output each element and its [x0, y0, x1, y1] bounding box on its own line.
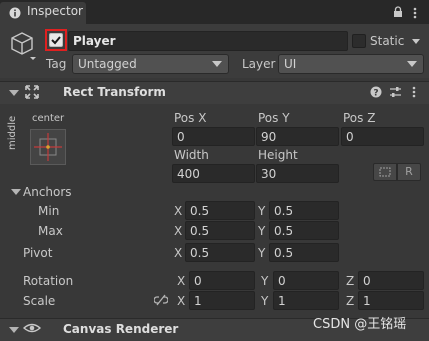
- anchor-preset-button[interactable]: [30, 129, 66, 165]
- height-input[interactable]: 30: [256, 164, 339, 183]
- anchor-preset-horizontal-label: center: [32, 113, 65, 124]
- scale-label: Scale: [23, 294, 56, 308]
- object-name-input[interactable]: Player: [68, 31, 348, 51]
- help-icon[interactable]: ?: [370, 86, 382, 98]
- layer-value: UI: [284, 57, 297, 71]
- anchor-max-x-input[interactable]: 0.5: [185, 221, 255, 240]
- anchor-max-y-input[interactable]: 0.5: [269, 221, 339, 240]
- tag-value: Untagged: [78, 57, 137, 71]
- axis-x-label: X: [174, 224, 183, 238]
- watermark-text: CSDN @王铭瑶: [313, 317, 407, 332]
- blueprint-icon: [379, 167, 391, 177]
- info-icon: [9, 7, 21, 19]
- height-label: Height: [258, 148, 298, 162]
- axis-y-label: Y: [258, 204, 266, 218]
- axis-y-label: Y: [258, 246, 266, 260]
- rotation-x-input[interactable]: 0: [189, 271, 255, 290]
- tag-dropdown[interactable]: Untagged: [72, 54, 229, 74]
- anchor-preset-vertical-label: middle: [7, 115, 18, 150]
- anchor-min-x-input[interactable]: 0.5: [185, 201, 255, 220]
- axis-z-label: Z: [346, 274, 355, 288]
- width-input[interactable]: 400: [172, 164, 255, 183]
- axis-x-label: X: [174, 204, 183, 218]
- rect-transform-title: Rect Transform: [63, 85, 166, 99]
- static-dropdown-arrow[interactable]: [412, 39, 420, 44]
- lock-icon[interactable]: [393, 6, 403, 18]
- checkmark-icon: [51, 36, 61, 45]
- active-checkbox[interactable]: [49, 33, 63, 47]
- anchor-max-label: Max: [38, 224, 63, 238]
- pos-x-input[interactable]: 0: [172, 127, 255, 146]
- scale-x-input[interactable]: 1: [189, 291, 255, 310]
- pos-x-label: Pos X: [174, 111, 207, 125]
- layer-label: Layer: [242, 57, 276, 71]
- axis-z-label: Z: [346, 294, 355, 308]
- static-label: Static: [370, 34, 405, 48]
- eye-icon: [23, 323, 41, 333]
- anchor-preset-icon: [34, 133, 62, 161]
- rotation-z-input[interactable]: 0: [358, 271, 424, 290]
- anchors-foldout-icon[interactable]: [11, 189, 21, 195]
- width-label: Width: [174, 148, 209, 162]
- tag-label: Tag: [46, 57, 67, 71]
- rotation-y-input[interactable]: 0: [273, 271, 339, 290]
- pos-z-label: Pos Z: [343, 111, 376, 125]
- preset-sliders-icon[interactable]: [389, 86, 402, 98]
- pos-z-input[interactable]: 0: [341, 127, 424, 146]
- pivot-label: Pivot: [23, 246, 53, 260]
- blueprint-mode-button[interactable]: [373, 163, 397, 181]
- rect-transform-icon: [25, 85, 39, 99]
- kebab-menu-icon[interactable]: [413, 7, 417, 19]
- rotation-label: Rotation: [23, 274, 74, 288]
- pos-y-label: Pos Y: [258, 111, 290, 125]
- canvas-renderer-title: Canvas Renderer: [63, 322, 179, 336]
- scale-z-input[interactable]: 1: [358, 291, 424, 310]
- foldout-arrow-icon[interactable]: [9, 327, 19, 333]
- svg-text:?: ?: [373, 89, 378, 99]
- pivot-y-input[interactable]: 0.5: [269, 243, 339, 262]
- static-checkbox[interactable]: [352, 34, 366, 48]
- raw-edit-button[interactable]: R: [397, 163, 421, 181]
- anchors-label: Anchors: [23, 185, 72, 199]
- axis-y-label: Y: [258, 224, 266, 238]
- axis-y-label: Y: [261, 274, 269, 288]
- axis-y-label: Y: [261, 294, 269, 308]
- anchor-min-label: Min: [38, 204, 60, 218]
- chevron-down-icon: [407, 61, 417, 67]
- axis-x-label: X: [177, 294, 186, 308]
- layer-dropdown[interactable]: UI: [278, 54, 424, 74]
- pos-y-input[interactable]: 90: [256, 127, 339, 146]
- tab-title: Inspector: [27, 4, 83, 18]
- axis-x-label: X: [177, 274, 186, 288]
- chevron-down-icon: [212, 61, 222, 67]
- axis-x-label: X: [174, 246, 183, 260]
- constrain-proportions-icon[interactable]: [154, 294, 168, 306]
- anchor-min-y-input[interactable]: 0.5: [269, 201, 339, 220]
- component-menu-icon[interactable]: [412, 86, 416, 98]
- pivot-x-input[interactable]: 0.5: [185, 243, 255, 262]
- scale-y-input[interactable]: 1: [273, 291, 339, 310]
- gameobject-cube-icon[interactable]: [9, 30, 39, 62]
- foldout-arrow-icon[interactable]: [9, 90, 19, 96]
